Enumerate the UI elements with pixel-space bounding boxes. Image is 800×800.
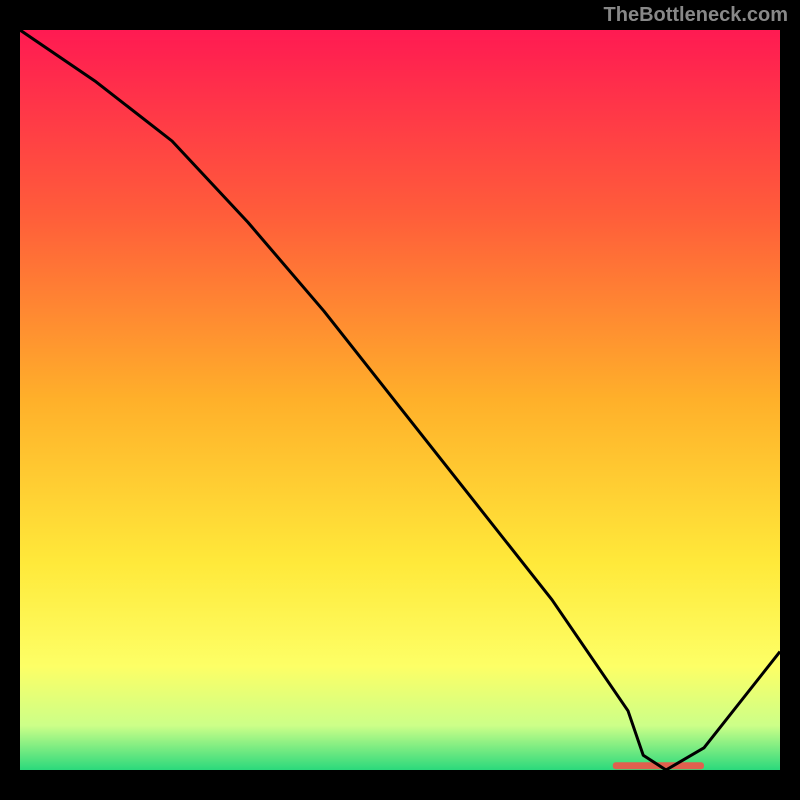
chart-background <box>20 30 780 770</box>
chart-svg <box>20 30 780 770</box>
watermark-text: TheBottleneck.com <box>604 4 788 27</box>
bottleneck-chart <box>20 30 780 770</box>
